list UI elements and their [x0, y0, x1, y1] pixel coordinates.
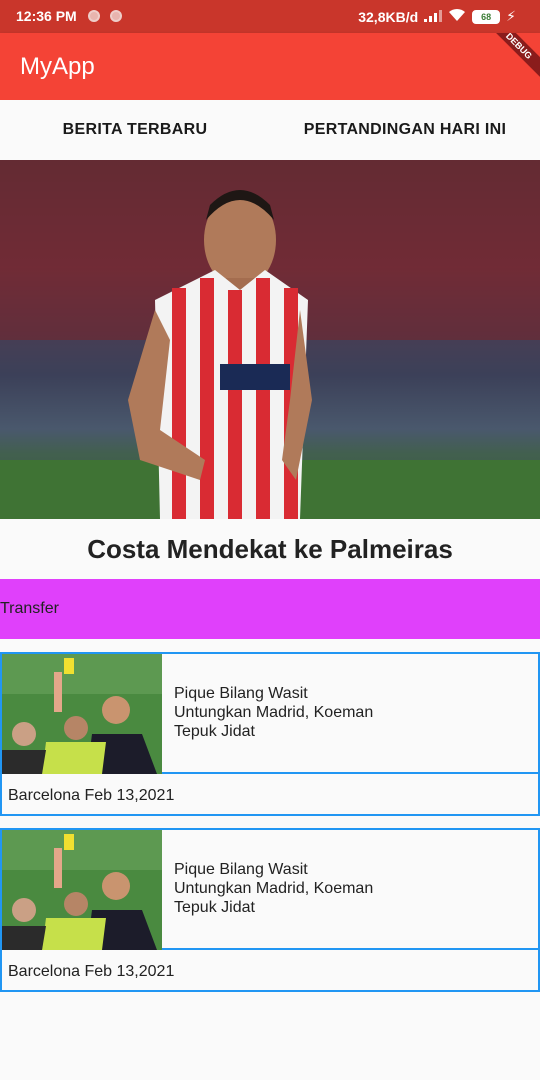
app-title: MyApp	[20, 53, 95, 80]
notification-icon	[110, 10, 122, 22]
news-meta: Barcelona Feb 13,2021	[8, 963, 175, 980]
news-card-content: Pique Bilang Wasit Untungkan Madrid, Koe…	[2, 654, 538, 774]
charging-icon: ⚡	[506, 8, 516, 24]
notification-icon	[88, 10, 100, 22]
news-title: Pique Bilang Wasit Untungkan Madrid, Koe…	[174, 861, 374, 916]
category-label: Transfer	[0, 579, 540, 639]
tab-pertandingan-hari-ini[interactable]: PERTANDINGAN HARI INI	[270, 100, 540, 160]
featured-image[interactable]	[0, 160, 540, 519]
tab-berita-terbaru[interactable]: BERITA TERBARU	[0, 100, 270, 160]
news-meta: Barcelona Feb 13,2021	[8, 787, 175, 804]
network-speed: 32,8KB/d	[358, 8, 419, 25]
tab-bar: BERITA TERBARU PERTANDINGAN HARI INI	[0, 100, 540, 160]
featured-headline[interactable]: Costa Mendekat ke Palmeiras	[0, 519, 540, 579]
status-time: 12:36 PM	[16, 8, 77, 24]
app-bar: MyApp DEBUG	[0, 33, 540, 100]
status-indicators: 32,8KB/d 68 ⚡	[358, 8, 516, 25]
wifi-icon	[448, 8, 466, 25]
news-title: Pique Bilang Wasit Untungkan Madrid, Koe…	[174, 685, 374, 740]
signal-icon	[424, 9, 443, 25]
debug-banner: DEBUG	[482, 33, 540, 83]
news-thumbnail	[2, 830, 162, 950]
status-bar: 12:36 PM 32,8KB/d 68 ⚡	[0, 0, 540, 33]
news-card[interactable]: Pique Bilang Wasit Untungkan Madrid, Koe…	[0, 652, 540, 816]
news-thumbnail	[2, 654, 162, 774]
battery-icon: 68	[472, 9, 501, 24]
news-card-content: Pique Bilang Wasit Untungkan Madrid, Koe…	[2, 830, 538, 950]
news-card[interactable]: Pique Bilang Wasit Untungkan Madrid, Koe…	[0, 828, 540, 992]
player-photo	[0, 160, 540, 519]
